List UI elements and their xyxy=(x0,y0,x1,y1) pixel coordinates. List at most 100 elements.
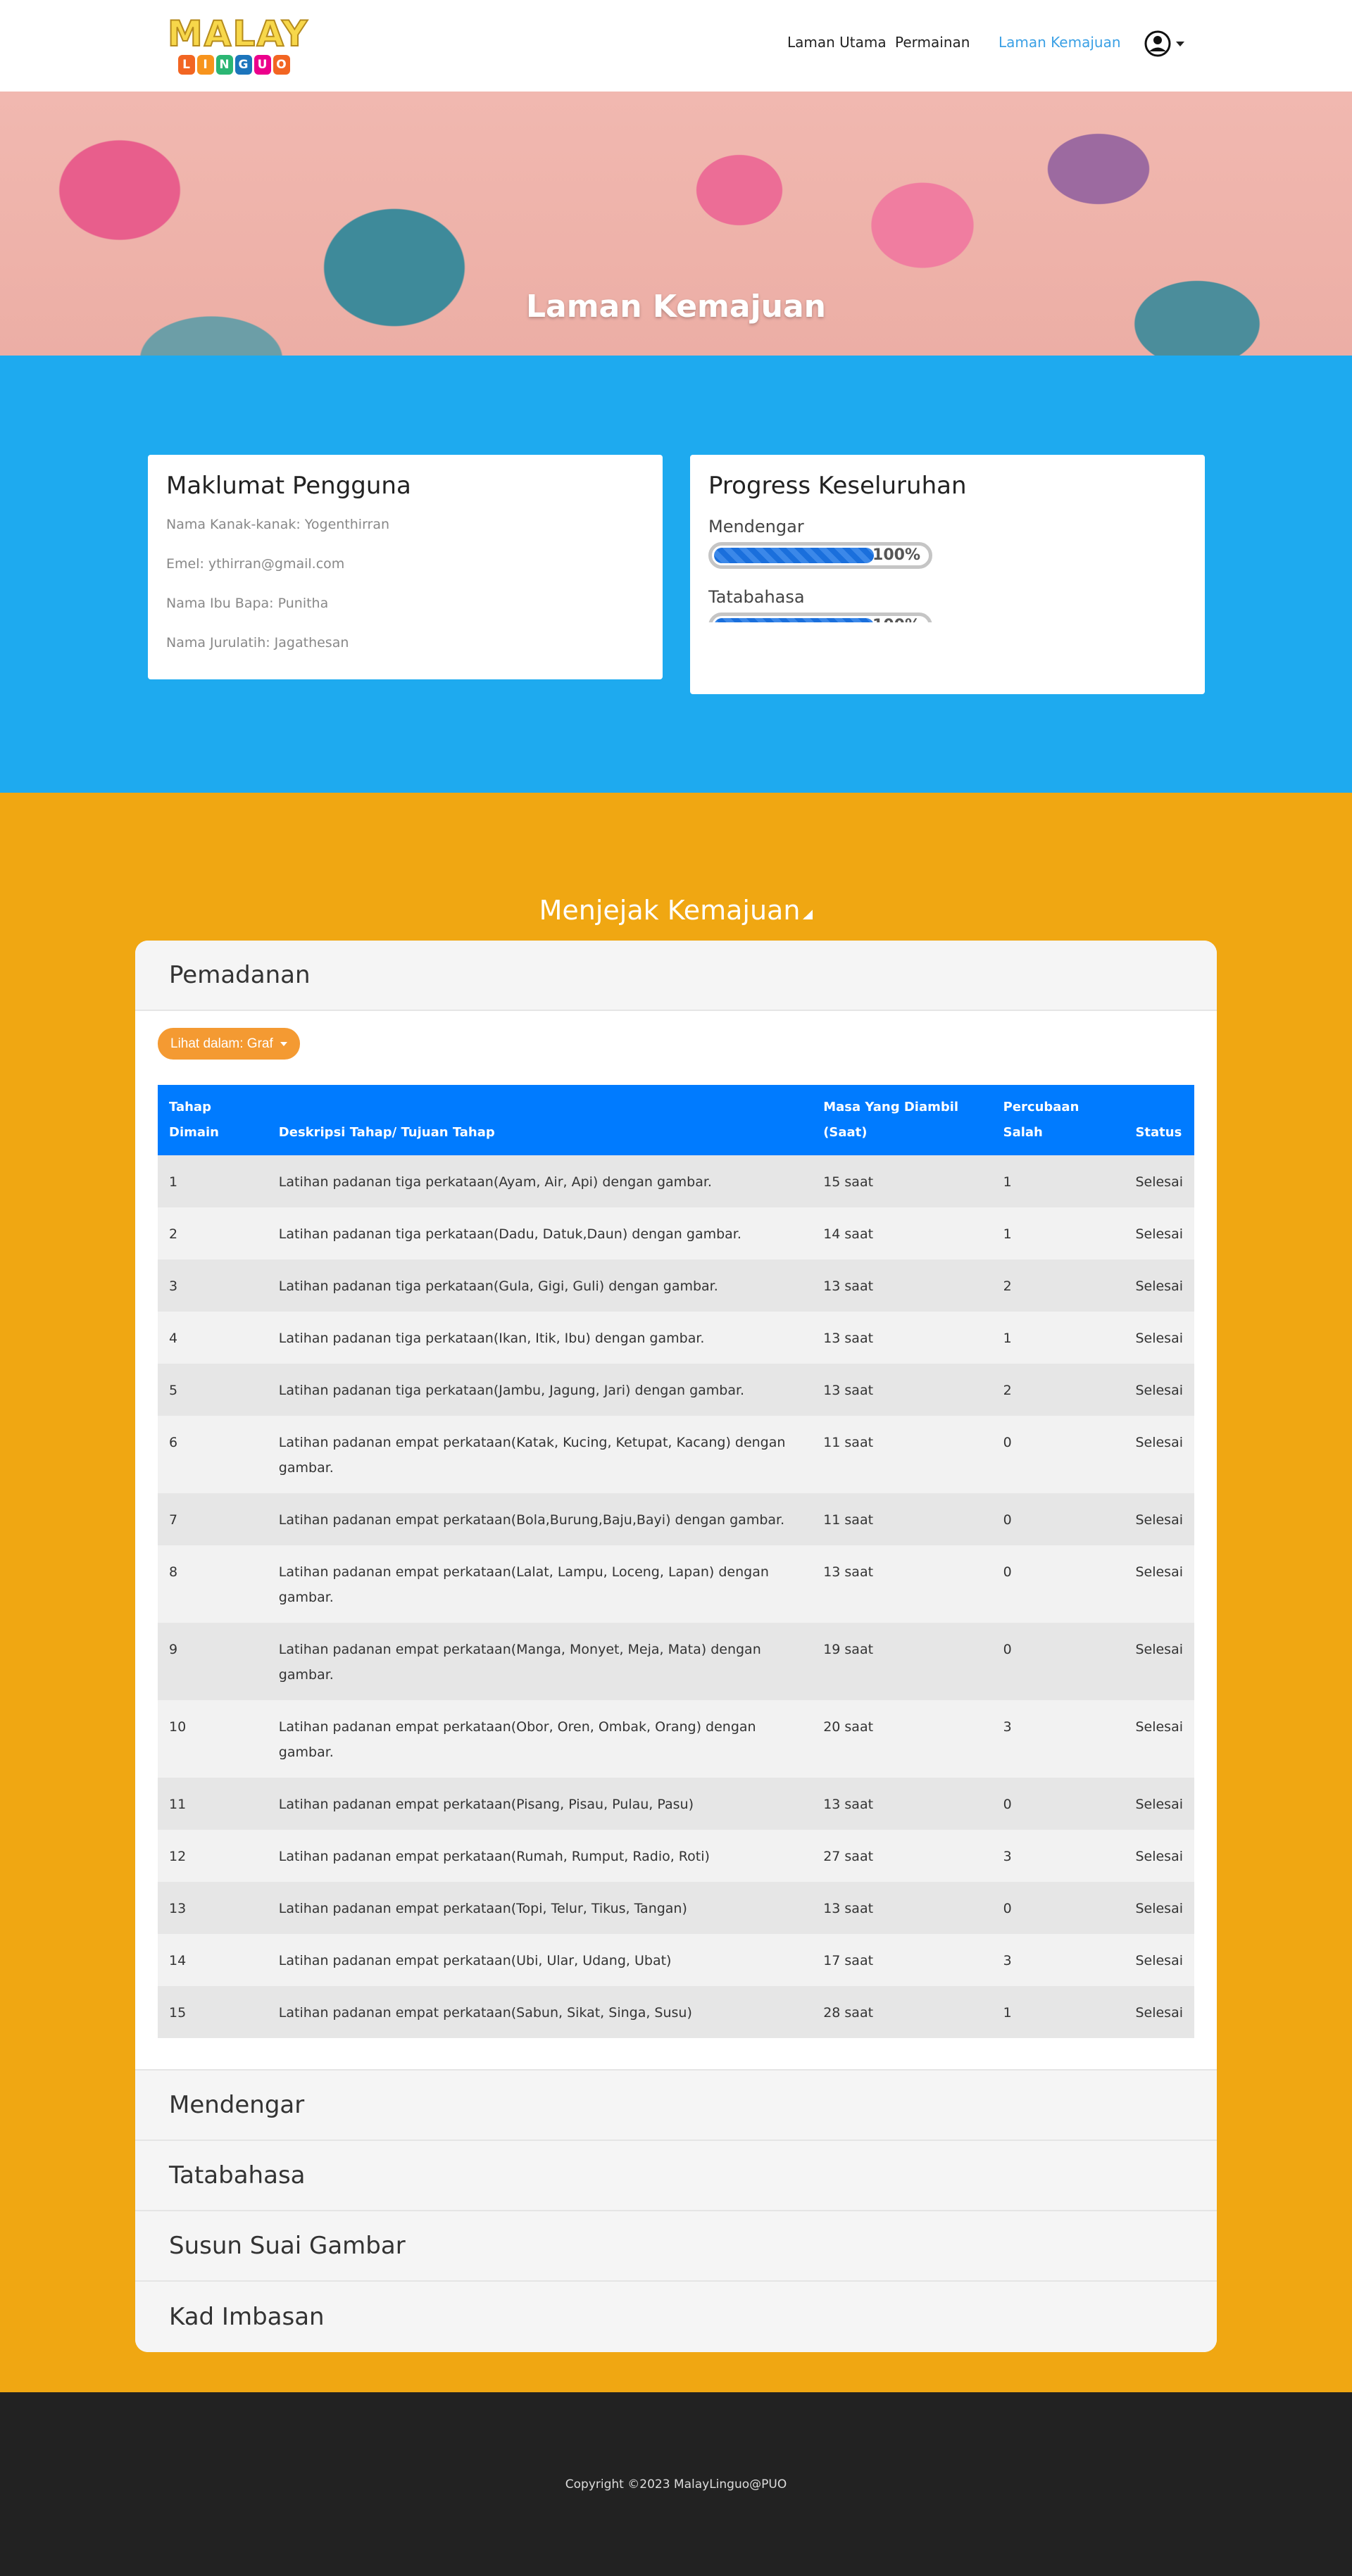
cell-level: 6 xyxy=(169,1435,178,1450)
cell-level: 5 xyxy=(169,1383,178,1398)
table-row: 3 Latihan padanan tiga perkataan(Gula, Gi… xyxy=(158,1259,1194,1312)
progress-accordion: Pemadanan Lihat dalam: Graf Tahap Dimain… xyxy=(135,941,1217,2352)
user-email: Emel: ythirran@gmail.com xyxy=(166,556,345,572)
page-title: Laman Kemajuan xyxy=(525,289,827,325)
table-body: 1 Latihan padanan tiga perkataan(Ayam, Ai… xyxy=(158,1155,1194,2038)
chevron-down-icon xyxy=(1176,41,1184,46)
cell-time: 14 saat xyxy=(823,1226,874,1242)
parent-name: Nama Ibu Bapa: Punitha xyxy=(166,596,329,611)
accordion-header-tatabahasa[interactable]: Tatabahasa xyxy=(135,2141,1217,2211)
accordion-header-pemadanan[interactable]: Pemadanan xyxy=(135,941,1217,1011)
cell-wrong-attempts: 0 xyxy=(1003,1797,1012,1812)
accordion-header-mendengar[interactable]: Mendengar xyxy=(135,2071,1217,2141)
cell-wrong-attempts: 2 xyxy=(1003,1383,1012,1398)
col-header-wrong-attempts: Percubaan Salah xyxy=(1003,1100,1079,1140)
cell-status: Selesai xyxy=(1135,1278,1183,1294)
progress-list[interactable]: Mendengar 100% Tatabahasa 100% xyxy=(708,517,1187,622)
table-row: 9 Latihan padanan empat perkataan(Manga, … xyxy=(158,1623,1194,1700)
cell-level: 4 xyxy=(169,1331,178,1346)
cell-level: 7 xyxy=(169,1512,178,1528)
cell-time: 15 saat xyxy=(823,1174,874,1190)
cell-wrong-attempts: 1 xyxy=(1003,1331,1012,1346)
cell-description: Latihan padanan empat perkataan(Obor, Or… xyxy=(278,1719,756,1760)
tracking-section: Menjejak Kemajuan Pemadanan Lihat dalam:… xyxy=(0,793,1352,2392)
table-row: 13 Latihan padanan empat perkataan(Topi, … xyxy=(158,1882,1194,1934)
accordion-body-pemadanan: Lihat dalam: Graf Tahap Dimain Deskripsi… xyxy=(135,1011,1217,2071)
cell-level: 2 xyxy=(169,1226,178,1242)
cell-description: Latihan padanan empat perkataan(Lalat, L… xyxy=(278,1564,769,1605)
progress-fill xyxy=(714,618,874,622)
cell-wrong-attempts: 0 xyxy=(1003,1642,1012,1657)
logo-tile: L xyxy=(177,55,195,75)
cell-wrong-attempts: 3 xyxy=(1003,1849,1012,1864)
cell-description: Latihan padanan tiga perkataan(Gula, Gig… xyxy=(278,1278,718,1294)
cell-status: Selesai xyxy=(1135,1435,1183,1450)
cell-time: 13 saat xyxy=(823,1564,874,1580)
summary-section: Maklumat Pengguna Nama Kanak-kanak: Yoge… xyxy=(0,356,1352,793)
col-header-time: Masa Yang Diambil (Saat) xyxy=(823,1100,959,1140)
cell-description: Latihan padanan empat perkataan(Topi, Te… xyxy=(278,1901,687,1916)
table-row: 8 Latihan padanan empat perkataan(Lalat, … xyxy=(158,1545,1194,1623)
nav-link-laman-kemajuan[interactable]: Laman Kemajuan xyxy=(999,34,1121,51)
cell-description: Latihan padanan empat perkataan(Bola,Bur… xyxy=(278,1512,785,1528)
progress-bar-tatabahasa: 100% xyxy=(708,612,932,622)
table-row: 7 Latihan padanan empat perkataan(Bola,Bu… xyxy=(158,1493,1194,1545)
cell-description: Latihan padanan empat perkataan(Pisang, … xyxy=(278,1797,694,1812)
accordion-header-susun-suai-gambar[interactable]: Susun Suai Gambar xyxy=(135,2211,1217,2282)
cell-description: Latihan padanan empat perkataan(Rumah, R… xyxy=(278,1849,710,1864)
cell-wrong-attempts: 1 xyxy=(1003,1174,1012,1190)
progress-fill xyxy=(714,548,874,563)
tracking-heading-text: Menjejak Kemajuan xyxy=(539,895,801,926)
user-info-card: Maklumat Pengguna Nama Kanak-kanak: Yoge… xyxy=(148,455,663,679)
logo-tile: O xyxy=(273,55,290,75)
accordion-header-kad-imbasan[interactable]: Kad Imbasan xyxy=(135,2282,1217,2352)
cell-status: Selesai xyxy=(1135,1901,1183,1916)
cell-wrong-attempts: 2 xyxy=(1003,1278,1012,1294)
cell-wrong-attempts: 0 xyxy=(1003,1901,1012,1916)
logo-tile: I xyxy=(196,55,214,75)
col-header-status: Status xyxy=(1135,1125,1182,1140)
cell-level: 8 xyxy=(169,1564,178,1580)
view-mode-dropdown[interactable]: Lihat dalam: Graf xyxy=(158,1028,300,1060)
cell-status: Selesai xyxy=(1135,1331,1183,1346)
view-mode-label: Lihat dalam: Graf xyxy=(170,1036,273,1051)
cell-description: Latihan padanan tiga perkataan(Ikan, Iti… xyxy=(278,1331,705,1346)
table-header-row: Tahap Dimain Deskripsi Tahap/ Tujuan Tah… xyxy=(158,1085,1194,1155)
logo-tile: G xyxy=(234,55,252,75)
hero-banner: Laman Kemajuan xyxy=(0,92,1352,356)
user-info-title: Maklumat Pengguna xyxy=(166,472,411,500)
table-row: 1 Latihan padanan tiga perkataan(Ayam, Ai… xyxy=(158,1155,1194,1207)
cell-level: 11 xyxy=(169,1797,187,1812)
cell-description: Latihan padanan empat perkataan(Ubi, Ula… xyxy=(278,1953,672,1968)
progress-bar-mendengar: 100% xyxy=(708,542,932,569)
cell-description: Latihan padanan empat perkataan(Katak, K… xyxy=(278,1435,786,1476)
progress-percent: 100% xyxy=(872,546,920,564)
cell-status: Selesai xyxy=(1135,1719,1183,1735)
progress-label-mendengar: Mendengar xyxy=(708,517,804,536)
cell-status: Selesai xyxy=(1135,1564,1183,1580)
col-header-level: Tahap Dimain xyxy=(169,1100,219,1140)
cell-time: 13 saat xyxy=(823,1797,874,1812)
progress-label-tatabahasa: Tatabahasa xyxy=(708,587,805,607)
logo-tile: U xyxy=(254,55,271,75)
user-menu-dropdown[interactable] xyxy=(1144,30,1184,58)
table-row: 11 Latihan padanan empat perkataan(Pisang… xyxy=(158,1778,1194,1830)
cell-wrong-attempts: 0 xyxy=(1003,1512,1012,1528)
cell-description: Latihan padanan tiga perkataan(Dadu, Dat… xyxy=(278,1226,741,1242)
nav-link-laman-utama[interactable]: Laman Utama xyxy=(787,34,887,51)
nav-link-permainan[interactable]: Permainan xyxy=(895,34,970,51)
cell-wrong-attempts: 0 xyxy=(1003,1564,1012,1580)
table-row: 10 Latihan padanan empat perkataan(Obor, … xyxy=(158,1700,1194,1778)
cell-status: Selesai xyxy=(1135,1383,1183,1398)
cell-wrong-attempts: 0 xyxy=(1003,1435,1012,1450)
table-row: 6 Latihan padanan empat perkataan(Katak, … xyxy=(158,1416,1194,1493)
cell-status: Selesai xyxy=(1135,1797,1183,1812)
table-row: 15 Latihan padanan empat perkataan(Sabun,… xyxy=(158,1986,1194,2038)
cell-status: Selesai xyxy=(1135,1642,1183,1657)
cell-level: 10 xyxy=(169,1719,187,1735)
cell-status: Selesai xyxy=(1135,1512,1183,1528)
cell-time: 11 saat xyxy=(823,1512,874,1528)
chevron-down-icon xyxy=(280,1041,287,1046)
cell-time: 28 saat xyxy=(823,2005,874,2021)
resize-handle-icon xyxy=(803,910,813,919)
